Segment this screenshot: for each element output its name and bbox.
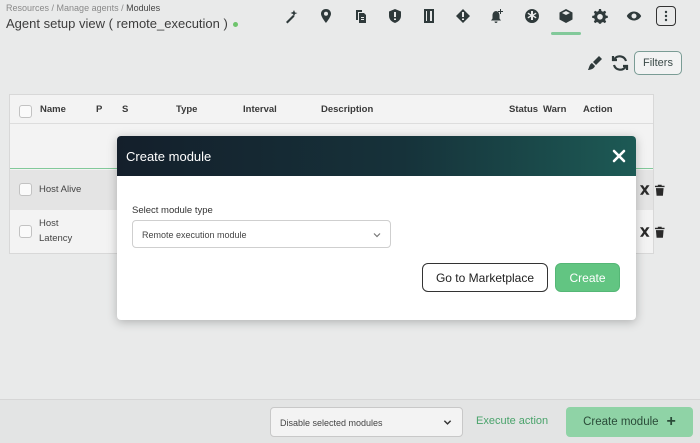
dialog-title: Create module: [126, 149, 212, 164]
go-to-marketplace-button[interactable]: Go to Marketplace: [422, 263, 548, 292]
dialog-header: Create module: [117, 136, 636, 176]
module-type-select-value: Remote execution module: [142, 230, 247, 240]
module-type-label: Select module type: [132, 205, 213, 216]
chevron-down-icon: [373, 233, 381, 238]
create-button[interactable]: Create: [555, 263, 620, 292]
close-icon[interactable]: [611, 148, 627, 164]
create-module-dialog: Create module Select module type Remote …: [117, 136, 636, 320]
module-type-select[interactable]: Remote execution module: [132, 220, 391, 248]
